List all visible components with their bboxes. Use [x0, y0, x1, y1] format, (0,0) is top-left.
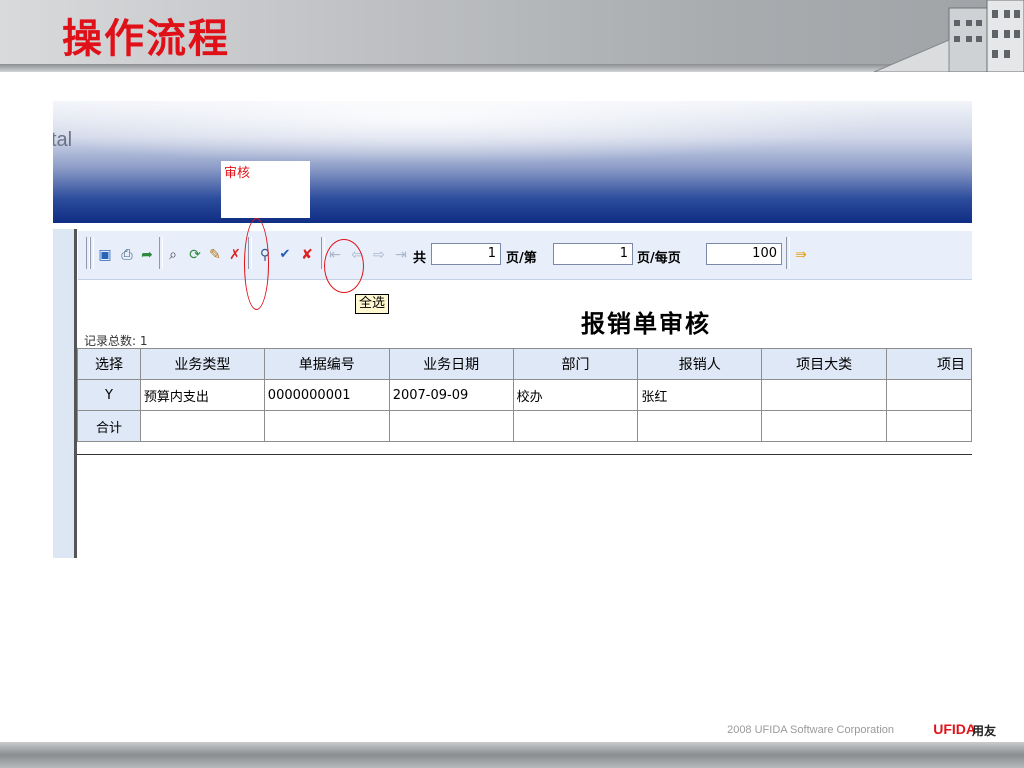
table-cell[interactable]: 张红	[637, 379, 763, 411]
annotation-ellipse-select-all	[324, 239, 364, 293]
unaudit-icon[interactable]: ✗	[226, 246, 244, 264]
table-cell[interactable]: 2007-09-09	[388, 379, 514, 411]
table-cell	[637, 410, 763, 442]
table-cell	[139, 410, 265, 442]
table-bottom-border	[77, 454, 972, 455]
table-header-row: 选择 业务类型 单据编号 业务日期 部门 报销人 项目大类 项目	[77, 348, 972, 380]
slide-title: 操作流程	[62, 16, 230, 62]
left-panel	[53, 229, 75, 558]
next-page-icon[interactable]: ⇨	[370, 246, 388, 264]
last-page-icon[interactable]: ⇥	[392, 246, 410, 264]
exit-icon[interactable]: ⇛	[792, 246, 810, 264]
toolbar: ▣ ⎙ ➦ ⌕ ⟳ ✎ ✗ ⚲ ✔ ✘ ⇤ ⇦ ⇨ ⇥ 共 1 页/第 1 页/…	[78, 231, 972, 280]
per-page-label: 页/每页	[637, 251, 681, 266]
audit-icon[interactable]: ✎	[206, 246, 224, 264]
annotation-ellipse-audit	[244, 218, 269, 310]
table-cell	[388, 410, 514, 442]
total-pages-field[interactable]: 1	[431, 243, 501, 265]
column-header[interactable]: 项目	[886, 348, 972, 380]
column-header[interactable]: 单据编号	[263, 348, 390, 380]
table-cell	[263, 410, 390, 442]
record-count: 记录总数: 1	[84, 334, 148, 348]
select-all-icon[interactable]: ✔	[276, 246, 294, 264]
table-cell[interactable]: 0000000001	[263, 379, 390, 411]
select-all-tooltip: 全选	[355, 294, 390, 314]
table-cell	[886, 410, 972, 442]
print-icon[interactable]: ⎙	[118, 246, 136, 264]
table-cell	[512, 410, 639, 442]
tab-audit[interactable]: 审核	[221, 161, 310, 218]
refresh-icon[interactable]: ⟳	[186, 246, 204, 264]
footer-copyright: 2008 UFIDA Software Corporation	[727, 724, 894, 736]
select-cell[interactable]: Y	[77, 379, 141, 411]
footer-brand-cn: 用友	[971, 724, 996, 738]
column-header[interactable]: 项目大类	[761, 348, 888, 380]
deselect-all-icon[interactable]: ✘	[298, 246, 316, 264]
reimbursement-table: 选择 业务类型 单据编号 业务日期 部门 报销人 项目大类 项目 Y 预算内支出…	[77, 348, 972, 442]
buildings-graphic	[873, 0, 1024, 72]
table-cell[interactable]: 预算内支出	[139, 379, 265, 411]
table-cell[interactable]	[886, 379, 972, 411]
table-row[interactable]: Y 预算内支出 0000000001 2007-09-09 校办 张红	[77, 379, 972, 411]
banner-gap	[53, 223, 972, 229]
find-icon[interactable]: ⌕	[164, 246, 182, 264]
toolbar-separator	[90, 237, 94, 269]
toolbar-separator	[159, 237, 163, 269]
current-page-field[interactable]: 1	[553, 243, 633, 265]
column-header[interactable]: 业务日期	[388, 348, 514, 380]
banner-glow	[53, 101, 972, 173]
table-cell	[761, 410, 888, 442]
per-page-field[interactable]: 100	[706, 243, 782, 265]
app-screenshot: tal 审核 ▣ ⎙ ➦ ⌕ ⟳ ✎ ✗ ⚲ ✔ ✘ ⇤ ⇦ ⇨ ⇥ 共 1 页…	[53, 101, 972, 558]
tab-audit-label: 审核	[224, 166, 251, 181]
report-title: 报销单审核	[581, 310, 711, 338]
slide-header: 操作流程	[0, 0, 1024, 72]
page-unit-label: 页/第	[506, 251, 537, 266]
total-pages-label: 共	[413, 251, 427, 266]
app-banner: tal 审核	[53, 101, 972, 223]
export-icon[interactable]: ➦	[138, 246, 156, 264]
total-row: 合计	[77, 410, 972, 442]
column-header[interactable]: 选择	[77, 348, 141, 380]
banner-text: tal	[53, 129, 73, 151]
table-cell[interactable]	[761, 379, 888, 411]
column-header[interactable]: 报销人	[637, 348, 763, 380]
footer-bar	[0, 742, 1024, 768]
footer-brand-logo: UFIDA	[933, 721, 976, 737]
preview-icon[interactable]: ▣	[96, 246, 114, 264]
column-header[interactable]: 部门	[512, 348, 639, 380]
table-cell[interactable]: 校办	[512, 379, 639, 411]
column-header[interactable]: 业务类型	[139, 348, 265, 380]
total-row-label: 合计	[77, 410, 141, 442]
toolbar-separator	[786, 237, 790, 269]
